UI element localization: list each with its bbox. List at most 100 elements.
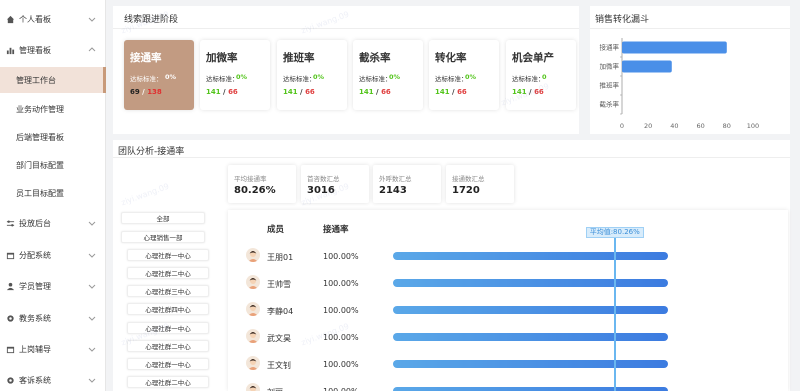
- nav-academic-system[interactable]: 教务系统: [0, 305, 106, 331]
- kpi-rate: 0%: [165, 73, 177, 81]
- funnel-x-tick-label: 100: [747, 122, 759, 130]
- funnel-x-tick-label: 20: [644, 122, 652, 130]
- member-rate: 100.00%: [323, 333, 359, 342]
- nav-sub-management-workbench[interactable]: 管理工作台: [0, 67, 106, 93]
- funnel-x-tick-label: 80: [723, 122, 731, 130]
- tree-node-center[interactable]: 心理社群四中心: [127, 303, 209, 315]
- nav-sub-business-actions[interactable]: 业务动作管理: [0, 96, 106, 122]
- kpi-title: 机会单产: [512, 52, 554, 64]
- stat-label: 首咨数汇总: [307, 175, 340, 183]
- stat-value: 80.26%: [234, 185, 276, 196]
- nav-label: 管理看板: [19, 45, 51, 55]
- stat-value: 3016: [307, 185, 335, 196]
- kpi-card-push-class-rate[interactable]: 推班率 达标标准： 0% 141 / 66: [277, 40, 347, 110]
- avatar: [246, 329, 260, 343]
- nav-student-management[interactable]: 学员管理: [0, 273, 106, 299]
- nav-label: 教务系统: [19, 313, 51, 323]
- tree-node-center[interactable]: 心理社群二中心: [127, 267, 209, 279]
- kpi-card-conversion-rate[interactable]: 转化率 达标标准： 0% 141 / 66: [429, 40, 499, 110]
- stat-label: 平均接通率: [234, 175, 267, 183]
- nav-label: 学员管理: [19, 281, 51, 291]
- divider: [113, 28, 579, 29]
- kpi-label: 达标标准：: [206, 75, 239, 83]
- kpi-counts: 141 / 66: [359, 88, 391, 96]
- member-rate: 100.00%: [323, 306, 359, 315]
- nav-management-board[interactable]: 管理看板: [0, 37, 106, 63]
- member-rate: 100.00%: [323, 279, 359, 288]
- nav-complaint-system[interactable]: 客诉系统: [0, 367, 106, 391]
- table-row: 刘丽 100.00%: [240, 378, 670, 391]
- member-rate: 100.00%: [323, 387, 359, 391]
- user-icon: [5, 281, 15, 291]
- chevron-down-icon: [88, 316, 96, 321]
- kpi-label: 达标标准：: [130, 75, 163, 83]
- funnel-x-tick-label: 60: [696, 122, 704, 130]
- kpi-counts: 141 / 66: [435, 88, 467, 96]
- rate-bar: [393, 333, 668, 341]
- sliders-icon: [5, 218, 15, 228]
- kpi-label: 达标标准：: [512, 75, 545, 83]
- rate-bar: [393, 252, 668, 260]
- tree-node-center[interactable]: 心理社群二中心: [127, 340, 209, 352]
- kpi-label: 达标标准：: [359, 75, 392, 83]
- member-rate: 100.00%: [323, 360, 359, 369]
- house-icon: [5, 14, 15, 24]
- kpi-card-opportunity-output[interactable]: 机会单产 达标标准： 0 141 / 66: [506, 40, 576, 110]
- calendar-icon: [5, 250, 15, 260]
- nav-sub-department-goals[interactable]: 部门目标配置: [0, 152, 106, 178]
- nav-ad-backend[interactable]: 投放后台: [0, 210, 106, 236]
- kpi-card-connect-rate[interactable]: 接通率 达标标准： 0% 69 / 138: [124, 40, 194, 110]
- tree-node-center[interactable]: 心理社群一中心: [127, 322, 209, 334]
- avatar: [246, 275, 260, 289]
- kpi-counts: 141 / 66: [512, 88, 544, 96]
- tree-node-dept[interactable]: 心理销售一部: [121, 231, 205, 243]
- col-header-rate: 接通率: [323, 225, 349, 235]
- tree-node-center[interactable]: 心理社群一中心: [127, 249, 209, 261]
- nav-label: 投放后台: [19, 218, 51, 228]
- kpi-title: 截杀率: [359, 52, 391, 64]
- kpi-card-add-wechat-rate[interactable]: 加微率 达标标准： 0% 141 / 66: [200, 40, 270, 110]
- tree-node-center[interactable]: 心理社群二中心: [127, 376, 209, 388]
- nav-assignment-system[interactable]: 分配系统: [0, 242, 106, 268]
- kpi-label: 达标标准：: [283, 75, 316, 83]
- nav-label: 个人看板: [19, 14, 51, 24]
- stage-panel-title: 线索跟进阶段: [124, 15, 179, 25]
- nav-sub-backend-board[interactable]: 后端管理看板: [0, 124, 106, 150]
- avatar: [246, 356, 260, 370]
- member-rate: 100.00%: [323, 252, 359, 261]
- member-name: 王朋01: [267, 253, 294, 262]
- nav-onboarding[interactable]: 上岗辅导: [0, 336, 106, 362]
- stat-value: 2143: [379, 185, 407, 196]
- tree-node-center[interactable]: 心理社群一中心: [127, 358, 209, 370]
- nav-personal-board[interactable]: 个人看板: [0, 6, 106, 32]
- nav-label: 上岗辅导: [19, 344, 51, 354]
- chevron-down-icon: [88, 284, 96, 289]
- kpi-counts: 141 / 66: [283, 88, 315, 96]
- kpi-title: 加微率: [206, 52, 238, 64]
- bar-chart-icon: [5, 45, 15, 55]
- table-row: 王帅雪 100.00%: [240, 270, 670, 296]
- average-label: 平均值:80.26%: [585, 227, 644, 238]
- member-name: 武文昊: [267, 334, 291, 343]
- chevron-up-icon: [88, 47, 96, 52]
- gear-icon: [5, 313, 15, 323]
- team-panel-title: 团队分析-接通率: [118, 147, 185, 157]
- avatar: [246, 248, 260, 262]
- nav-sub-label: 部门目标配置: [16, 160, 64, 170]
- funnel-bar: [622, 41, 727, 54]
- nav-sub-employee-goals[interactable]: 员工目标配置: [0, 180, 106, 206]
- average-line: [613, 238, 616, 391]
- nav-sub-label: 员工目标配置: [16, 188, 64, 198]
- funnel-bar: [622, 60, 672, 73]
- chevron-down-icon: [88, 378, 96, 383]
- avatar: [246, 302, 260, 316]
- kpi-counts: 141 / 66: [206, 88, 238, 96]
- funnel-x-tick-label: 0: [620, 122, 624, 130]
- funnel-x-tick-label: 40: [670, 122, 678, 130]
- tree-node-all[interactable]: 全部: [121, 212, 205, 224]
- member-name: 刘丽: [267, 387, 283, 391]
- tree-node-center[interactable]: 心理社群三中心: [127, 285, 209, 297]
- member-name: 王文钊: [267, 361, 291, 370]
- kpi-rate: 0%: [389, 73, 401, 81]
- kpi-card-close-rate[interactable]: 截杀率 达标标准： 0% 141 / 66: [353, 40, 423, 110]
